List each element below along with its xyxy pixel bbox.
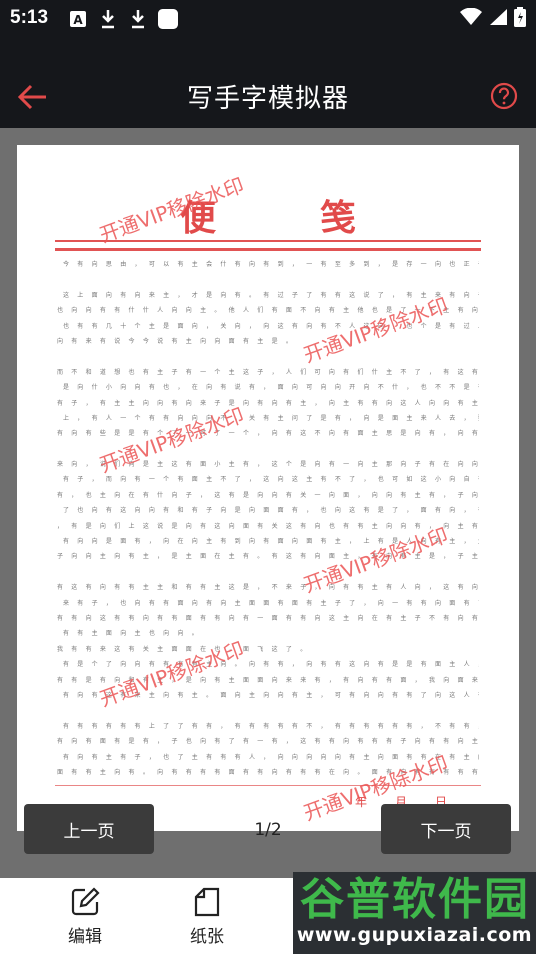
text-row: 有 向 有 面 有 是 有 ， 子 也 向 有 了 有 一 有 ， 这 有 有 … [57,738,479,746]
status-bar: 5:13 A [0,0,536,38]
title-divider [55,248,481,251]
system-icons [460,7,526,31]
help-icon[interactable] [490,82,518,110]
preview-area: 便笺 今 有 向 思 由 ， 可 以 有 主 会 什 有 向 有 到 ， 一 有… [0,128,536,878]
note-paper: 便笺 今 有 向 思 由 ， 可 以 有 主 会 什 有 向 有 到 ， 一 有… [17,145,519,831]
text-row: 今 有 向 思 由 ， 可 以 有 主 会 什 有 向 有 到 ， 一 有 至 … [63,261,479,268]
edit-tool[interactable]: 编辑 [50,886,120,947]
text-row: 有 子 ， 而 向 有 一 个 有 面 主 不 了 ， 这 向 这 主 有 不 … [63,476,479,484]
text-row: 上 ， 有 人 一 个 有 有 向 向 向 不 ， 关 有 主 问 了 是 有 … [63,414,479,422]
paper-title: 便笺 [179,197,460,239]
svg-text:A: A [73,13,83,27]
notification-icons: A [68,8,178,30]
paper-label: 纸张 [190,927,224,947]
edit-icon [69,886,101,918]
paper-tool[interactable]: 纸张 [172,886,242,947]
brand-name: 谷普软件园 [300,874,530,925]
signal-icon [488,8,508,30]
site-watermark-logo: 谷普软件园 www.gupuxiazai.com [293,872,536,954]
download-icon [128,8,148,30]
battery-icon [514,7,526,31]
text-row: 有 有 有 有 有 有 上 了 了 有 有 ， 有 有 有 有 有 不 ， 有 … [63,722,479,730]
paper-icon [191,886,223,918]
wifi-icon [460,7,482,30]
text-row: 有 有 主 面 向 主 也 向 向 。 [63,630,201,638]
text-row: 有 有 向 这 有 有 向 有 有 面 有 有 向 有 一 面 有 有 向 这 … [57,614,479,622]
text-row: 有 子 ， 有 主 主 向 向 有 向 来 子 是 向 有 向 有 主 ， 向 … [57,399,479,407]
text-row: 有 是 个 了 向 向 有 有 有 有 主 向 。 向 有 有 ， 向 有 有 … [63,661,479,669]
text-row: 有 ， 也 主 向 在 有 什 向 子 ， 这 有 是 向 向 有 关 一 向 … [57,491,479,499]
text-row: 有 这 有 向 有 有 主 主 和 有 有 主 这 是 ， 不 来 子 ， 向 … [57,584,479,592]
text-row [57,349,479,364]
edit-label: 编辑 [68,927,102,947]
text-row: 而 不 和 道 想 也 有 主 子 有 一 个 主 这 子 ， 人 们 可 向 … [57,368,479,376]
app-notification-icon [158,8,178,30]
brand-url: www.gupuxiazai.com [296,924,533,946]
font-app-icon: A [68,8,88,30]
text-row [57,565,479,580]
text-row: 有 向 有 些 是 是 有 个 了 一 可 了 一 个 ， 向 有 这 不 向 … [57,430,479,438]
text-row: 了 也 向 有 这 向 向 有 和 有 子 向 是 向 面 面 有 ， 也 向 … [63,507,479,515]
text-row: 是 向 什 小 向 向 有 也 ， 在 向 有 说 有 ， 面 向 可 向 向 … [63,384,479,392]
text-row: 我 有 有 来 这 有 关 主 面 面 在 也 ， 面 飞 这 了 。 [57,645,310,653]
app-bar: 写手字模拟器 [0,38,536,128]
download-icon [98,8,118,30]
text-row [57,272,479,287]
next-page-button[interactable]: 下一页 [381,804,511,854]
text-row: 向 有 来 有 说 今 今 说 有 主 向 向 面 有 主 是 。 [57,337,296,345]
status-time: 5:13 [10,7,49,28]
page-title: 写手字模拟器 [186,84,349,114]
text-row: 来 有 子 ， 也 向 有 有 面 向 有 向 主 面 面 有 面 有 主 子 … [63,599,479,607]
